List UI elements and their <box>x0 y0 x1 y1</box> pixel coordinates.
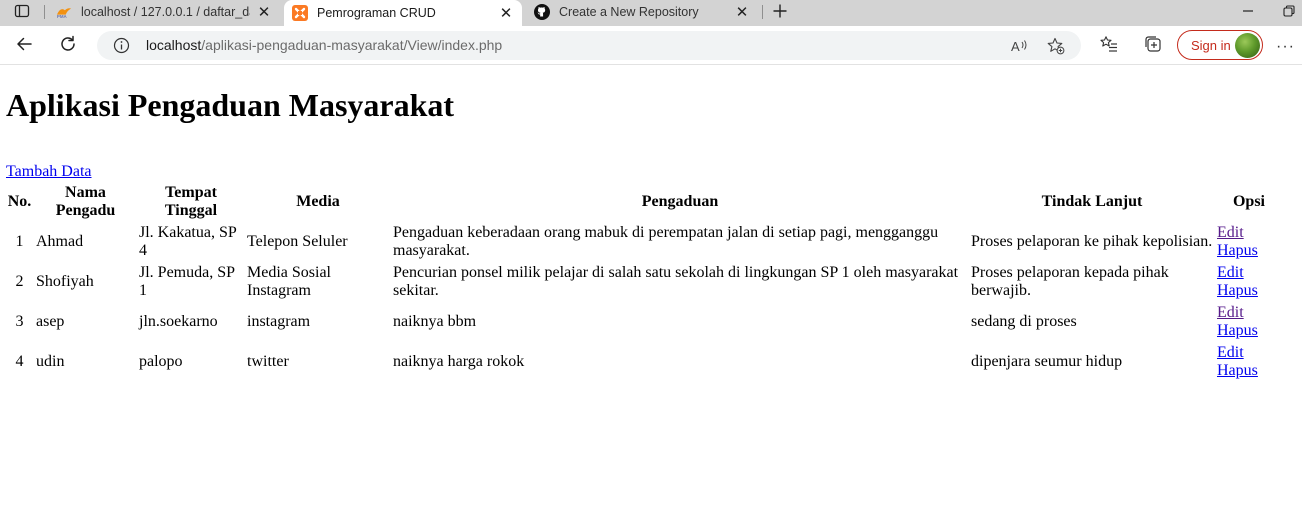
plus-icon <box>772 3 788 22</box>
edit-link[interactable]: Edit <box>1217 344 1281 362</box>
cell-nama: Ahmad <box>36 233 84 250</box>
cell-no: 1 <box>15 233 24 250</box>
tab-github[interactable]: Create a New Repository ✕ <box>526 0 758 24</box>
xampp-icon <box>292 5 308 21</box>
favorites-button[interactable] <box>1095 32 1123 60</box>
delete-link[interactable]: Hapus <box>1217 322 1281 340</box>
minimize-button[interactable] <box>1230 0 1266 24</box>
cell-opsi: Edit Hapus <box>1216 303 1282 341</box>
arrow-left-icon <box>15 35 33 58</box>
svg-text:A: A <box>1011 39 1020 54</box>
tab-actions-icon <box>14 3 30 22</box>
column-header-opsi: Opsi <box>1232 193 1265 210</box>
page-content: Aplikasi Pengaduan Masyarakat Tambah Dat… <box>0 66 1302 517</box>
favorite-star-icon[interactable] <box>1045 35 1067 57</box>
read-aloud-icon[interactable]: A <box>1009 35 1031 57</box>
cell-tindak-lanjut: sedang di proses <box>971 313 1077 330</box>
avatar <box>1235 33 1260 58</box>
favorites-list-icon <box>1100 35 1118 58</box>
add-data-link[interactable]: Tambah Data <box>6 163 92 181</box>
column-header-no: No. <box>7 193 32 210</box>
cell-no: 4 <box>15 353 24 370</box>
cell-nama: udin <box>36 353 65 370</box>
table-row: 2 Shofiyah Jl. Pemuda, SP 1 Media Sosial… <box>6 263 1282 301</box>
tab-strip: PMA localhost / 127.0.0.1 / daftar_data … <box>0 0 1302 26</box>
cell-nama: Shofiyah <box>36 273 94 290</box>
minimize-icon <box>1242 5 1254 20</box>
tab-title: localhost / 127.0.0.1 / daftar_data <box>81 5 250 19</box>
column-header-nama-pengadu: Nama Pengadu <box>55 184 116 219</box>
cell-no: 2 <box>15 273 24 290</box>
column-header-tempat-tinggal: Tempat Tinggal <box>164 184 218 219</box>
column-header-pengaduan: Pengaduan <box>641 193 719 210</box>
table-header-row: No. Nama Pengadu Tempat Tinggal Media Pe… <box>6 183 1282 221</box>
close-icon[interactable]: ✕ <box>256 4 272 21</box>
edit-link[interactable]: Edit <box>1217 224 1281 242</box>
refresh-button[interactable] <box>54 32 82 60</box>
cell-media: Telepon Seluler <box>247 233 348 250</box>
cell-tempat: palopo <box>139 353 183 370</box>
table-row: 3 asep jln.soekarno instagram naiknya bb… <box>6 303 1282 341</box>
cell-tempat: Jl. Kakatua, SP 4 <box>139 224 237 259</box>
cell-opsi: Edit Hapus <box>1216 223 1282 261</box>
info-icon[interactable] <box>113 37 130 54</box>
refresh-icon <box>59 35 77 58</box>
edit-link[interactable]: Edit <box>1217 264 1281 282</box>
cell-pengaduan: naiknya bbm <box>393 313 477 330</box>
more-icon: ··· <box>1276 38 1295 55</box>
cell-tindak-lanjut: Proses pelaporan kepada pihak berwajib. <box>971 264 1169 299</box>
more-options-button[interactable]: ··· <box>1276 38 1295 56</box>
cell-media: instagram <box>247 313 311 330</box>
cell-opsi: Edit Hapus <box>1216 263 1282 301</box>
cell-tindak-lanjut: Proses pelaporan ke pihak kepolisian. <box>971 233 1213 250</box>
page-title: Aplikasi Pengaduan Masyarakat <box>6 87 455 123</box>
table-row: 4 udin palopo twitter naiknya harga roko… <box>6 343 1282 381</box>
close-icon[interactable]: ✕ <box>734 4 750 21</box>
url-text[interactable]: localhost/aplikasi-pengaduan-masyarakat/… <box>146 37 502 53</box>
tab-title: Create a New Repository <box>559 5 699 19</box>
github-icon <box>534 4 550 20</box>
column-header-media: Media <box>296 193 340 210</box>
cell-media: Media Sosial Instagram <box>247 264 331 299</box>
address-bar[interactable]: localhost/aplikasi-pengaduan-masyarakat/… <box>97 31 1081 60</box>
tab-phpmyadmin[interactable]: PMA localhost / 127.0.0.1 / daftar_data … <box>48 0 280 24</box>
url-path: /aplikasi-pengaduan-masyarakat/View/inde… <box>201 37 503 53</box>
edit-link[interactable]: Edit <box>1217 304 1281 322</box>
collections-icon <box>1144 35 1162 58</box>
sign-in-label: Sign in <box>1191 37 1231 53</box>
cell-no: 3 <box>15 313 24 330</box>
cell-tindak-lanjut: dipenjara seumur hidup <box>971 353 1123 370</box>
table-row: 1 Ahmad Jl. Kakatua, SP 4 Telepon Selule… <box>6 223 1282 261</box>
complaints-table: No. Nama Pengadu Tempat Tinggal Media Pe… <box>4 181 1284 383</box>
cell-tempat: Jl. Pemuda, SP 1 <box>139 264 235 299</box>
sign-in-button[interactable]: Sign in <box>1177 30 1263 60</box>
url-host: localhost <box>146 37 202 53</box>
restore-button[interactable] <box>1276 0 1302 24</box>
tab-title: Pemrograman CRUD <box>317 6 436 20</box>
restore-icon <box>1283 4 1295 20</box>
cell-media: twitter <box>247 353 289 370</box>
new-tab-button[interactable] <box>762 0 798 24</box>
close-icon[interactable]: ✕ <box>498 5 514 22</box>
delete-link[interactable]: Hapus <box>1217 242 1281 260</box>
cell-tempat: jln.soekarno <box>139 313 218 330</box>
cell-pengaduan: naiknya harga rokok <box>393 353 525 370</box>
tab-actions-button[interactable] <box>4 0 40 24</box>
delete-link[interactable]: Hapus <box>1217 362 1281 380</box>
cell-nama: asep <box>36 313 65 330</box>
delete-link[interactable]: Hapus <box>1217 282 1281 300</box>
collections-button[interactable] <box>1139 32 1167 60</box>
cell-pengaduan: Pencurian ponsel milik pelajar di salah … <box>393 264 959 299</box>
back-button[interactable] <box>10 32 38 60</box>
cell-pengaduan: Pengaduan keberadaan orang mabuk di pere… <box>393 224 939 259</box>
browser-toolbar: localhost/aplikasi-pengaduan-masyarakat/… <box>0 26 1302 65</box>
column-header-tindak-lanjut: Tindak Lanjut <box>1041 193 1143 210</box>
tab-pemrograman-crud[interactable]: Pemrograman CRUD ✕ <box>284 0 522 26</box>
phpmyadmin-icon: PMA <box>56 4 72 20</box>
cell-opsi: Edit Hapus <box>1216 343 1282 381</box>
svg-text:PMA: PMA <box>57 14 68 19</box>
